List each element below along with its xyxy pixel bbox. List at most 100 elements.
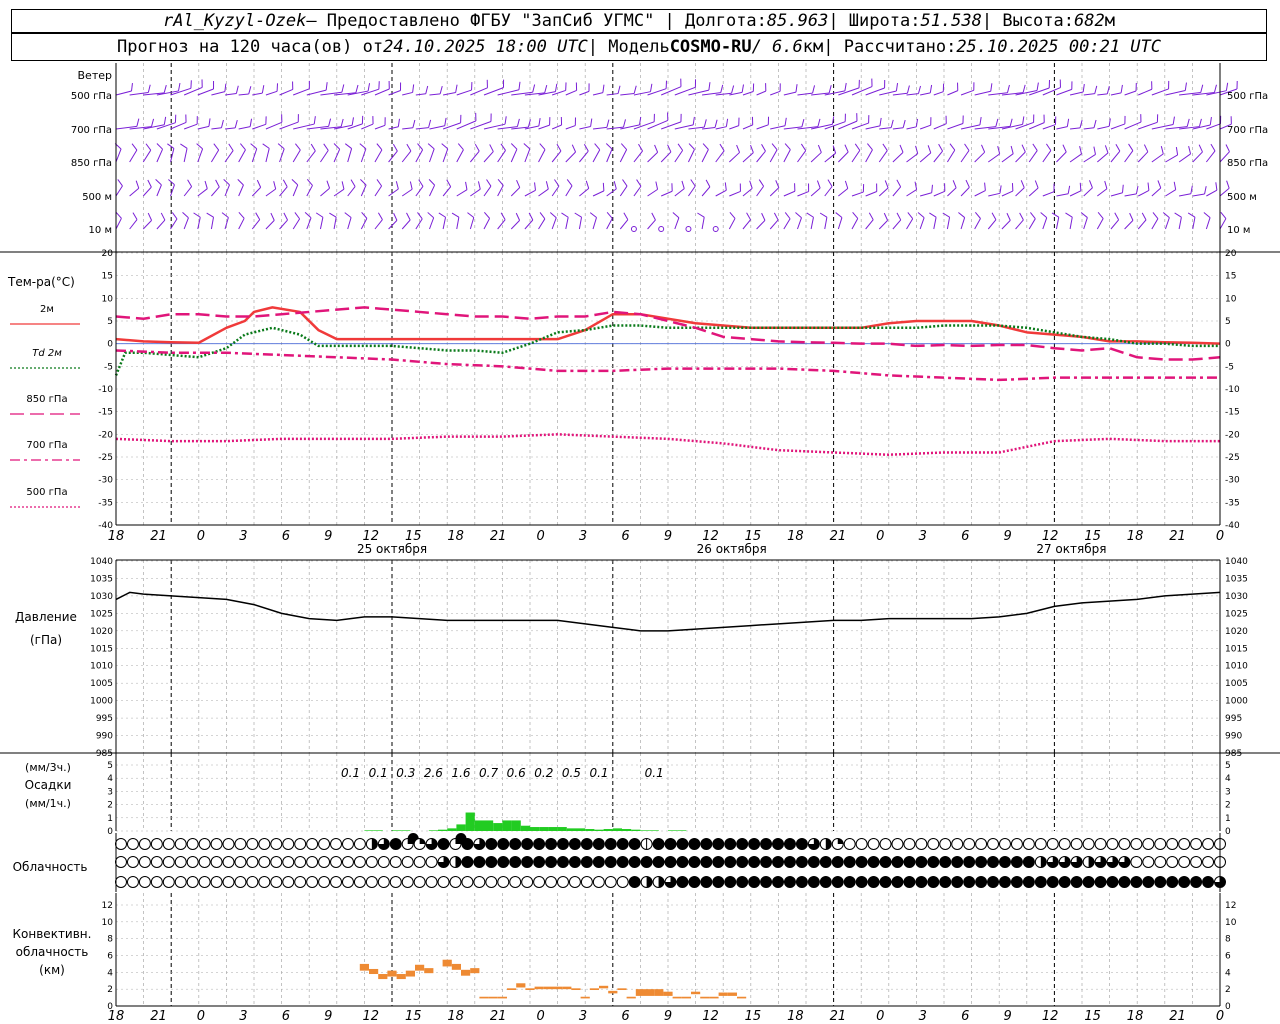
wind-barb-feather (655, 181, 659, 190)
cloud-cover-mark (389, 876, 402, 888)
wind-barb (1015, 187, 1025, 197)
wind-barb-feather (677, 143, 684, 151)
conv-cloud-bar (617, 988, 627, 991)
cloud-cover-mark (186, 876, 199, 888)
cloud-cover-mark (365, 856, 378, 868)
cloud-cover-fill (1083, 876, 1095, 888)
wind-barb (1001, 220, 1011, 230)
wind-barb (579, 125, 591, 130)
precip-bar (677, 830, 687, 831)
wind-barb (279, 219, 288, 230)
wind-barb (878, 150, 888, 163)
cloud-cover-mark (186, 856, 199, 868)
wind-barb (551, 89, 566, 96)
cloud-cover-fill (533, 838, 545, 850)
wind-level-label-right: 500 гПа (1227, 91, 1268, 102)
wind-barb-feather (654, 144, 659, 153)
wind-barb-feather (554, 179, 560, 187)
wind-barb-feather (589, 212, 597, 218)
cloud-cover-mark (210, 838, 223, 850)
wind-barb-feather (325, 82, 328, 91)
conv-cloud-bar (681, 996, 691, 999)
cloud-cover-mark (138, 856, 151, 868)
wind-barb-feather (344, 143, 352, 149)
wind-barb-feather (163, 116, 167, 125)
wind-barb-feather (758, 179, 765, 187)
wind-barb-feather (594, 143, 601, 151)
cloud-cover-mark (210, 856, 223, 868)
cloud-cover-fill (880, 876, 892, 888)
conv-cloud-bar (599, 985, 609, 989)
cloud-cover-fill (665, 838, 676, 850)
wind-barb-feather (784, 143, 791, 150)
pressure-tick-label-right: 985 (1225, 749, 1242, 759)
wind-barb (1110, 123, 1126, 130)
wind-barb-feather (554, 83, 558, 92)
wind-barb (1056, 151, 1067, 163)
wind-barb-feather (714, 119, 718, 128)
wind-barb (797, 191, 809, 197)
pressure-title: Давление (15, 610, 77, 624)
cloud-cover-fill (832, 856, 844, 868)
wind-barb-feather (228, 143, 234, 151)
pressure-tick-label: 1035 (90, 574, 113, 584)
precip-tick-label-right: 4 (1225, 774, 1231, 784)
cloud-cover-fill (461, 838, 473, 850)
wind-barb (183, 186, 193, 197)
cloud-cover-mark (1082, 838, 1095, 850)
cloud-cover-mark (330, 876, 343, 888)
precip-bar (649, 830, 659, 831)
cloud-cover-mark (592, 876, 605, 888)
cloud-cover-fill (748, 838, 760, 850)
wind-barb (551, 150, 562, 163)
wind-barb (1015, 219, 1024, 230)
pressure-tick-label-right: 1025 (1225, 609, 1248, 619)
cloud-cover-fill (724, 838, 736, 850)
hour-label: 0 (1216, 529, 1224, 544)
conv-cloud-bar (516, 983, 526, 988)
temp-tick-label-right: 0 (1225, 340, 1231, 350)
hour-label-bottom: 3 (919, 1009, 927, 1024)
wind-barb (551, 124, 562, 130)
wind-barb-feather (425, 85, 429, 94)
wind-barb-feather (585, 180, 590, 189)
wind-barb (1124, 150, 1134, 163)
conv-cloud-bar (470, 968, 480, 974)
cloud-cover-fill (796, 856, 808, 868)
wind-barb-feather (868, 212, 874, 220)
wind-barb-feather (806, 212, 814, 218)
wind-barb (715, 92, 732, 96)
precip-bar (364, 830, 374, 831)
cloud-cover-mark (138, 876, 151, 888)
wind-barb-feather (702, 143, 709, 150)
wind-barb (443, 92, 456, 96)
cloud-cover-fill (581, 856, 593, 868)
wind-barb (142, 149, 152, 163)
wind-barb (415, 127, 429, 130)
conv-cloud-bar (635, 989, 645, 996)
wind-barb (211, 127, 222, 130)
wind-barb (347, 123, 363, 130)
temp-tick-label-right: -15 (1225, 408, 1240, 418)
precip-tick-label-right: 0 (1225, 827, 1231, 837)
conv-cloud-bar (479, 996, 489, 999)
wind-barb-feather (474, 143, 480, 152)
wind-barb-feather (902, 119, 906, 128)
cloud-cover-mark (855, 838, 868, 850)
wind-barb (756, 220, 766, 230)
wind-barb (238, 218, 245, 230)
wind-barb (579, 188, 590, 197)
wind-barb-feather (500, 212, 506, 220)
wind-barb-feather (617, 85, 621, 94)
wind-barb (851, 218, 859, 230)
cloud-cover-mark (533, 876, 546, 888)
wind-barb-feather (147, 212, 153, 221)
precip-bar (622, 829, 632, 831)
conv-cloud-bar (451, 963, 461, 970)
conv-cloud-bar (608, 990, 618, 994)
wind-barb (470, 188, 481, 197)
cloud-cover-mark (1034, 838, 1047, 850)
wind-barb (374, 219, 383, 230)
wind-barb-feather (412, 84, 415, 93)
wind-barb-feather (883, 212, 889, 221)
